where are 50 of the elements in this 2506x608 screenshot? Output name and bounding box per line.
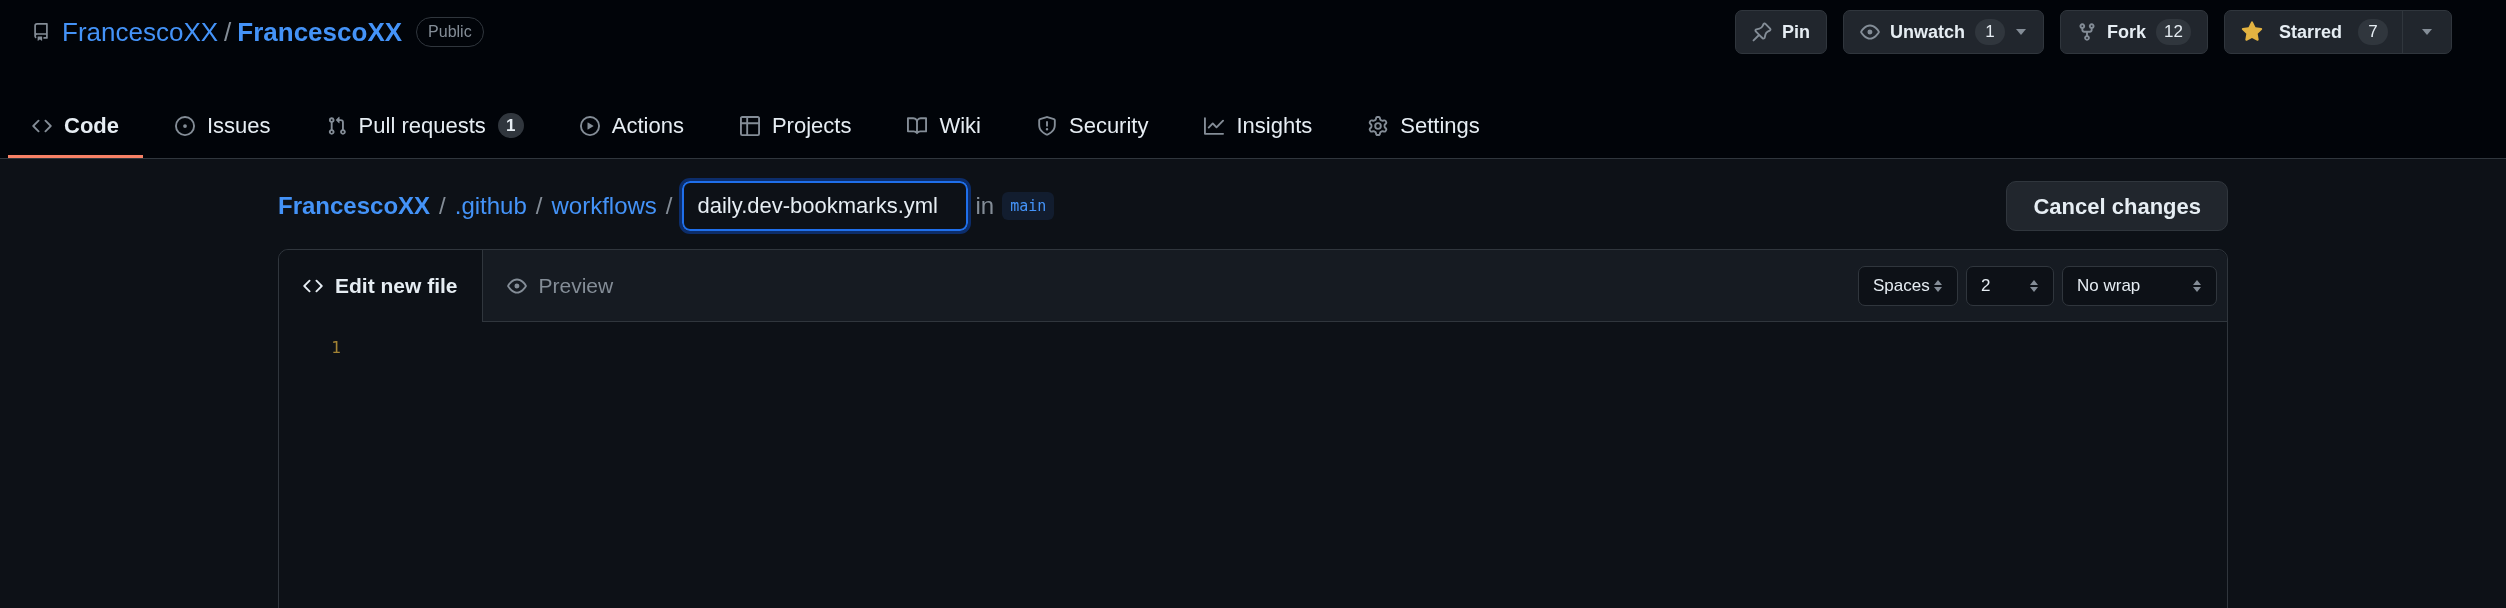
nav-tab[interactable]: Issues bbox=[151, 96, 295, 158]
counter: 7 bbox=[2358, 19, 2388, 45]
counter: 1 bbox=[497, 112, 524, 139]
repo-owner-link[interactable]: FrancescoXX bbox=[62, 12, 219, 52]
repo-name-link[interactable]: FrancescoXX bbox=[237, 12, 403, 52]
book-icon bbox=[907, 115, 928, 136]
in-label: in bbox=[975, 191, 995, 221]
nav-tab[interactable]: Pull requests 1 bbox=[302, 96, 548, 158]
nav-tab[interactable]: Projects bbox=[715, 96, 876, 158]
gear-icon bbox=[1368, 115, 1389, 136]
path-separator: / bbox=[535, 191, 543, 221]
repo-icon bbox=[32, 21, 50, 43]
pin-icon bbox=[1752, 22, 1772, 42]
caret-icon bbox=[2015, 28, 2028, 36]
counter: 1 bbox=[1975, 19, 2006, 45]
breadcrumb-link[interactable]: workflows bbox=[551, 188, 657, 224]
editor-tab[interactable]: Preview bbox=[482, 250, 638, 321]
caret-icon bbox=[2421, 28, 2433, 36]
counter: 12 bbox=[2156, 19, 2191, 45]
nav-tab[interactable]: Settings bbox=[1344, 96, 1504, 158]
graph-icon bbox=[1204, 115, 1225, 136]
nav-tab[interactable]: Wiki bbox=[883, 96, 1005, 158]
cancel-changes-button[interactable]: Cancel changes bbox=[2006, 181, 2228, 231]
line-number: 1 bbox=[330, 337, 341, 359]
updown-caret-icon bbox=[2192, 278, 2202, 293]
path-separator: / bbox=[665, 191, 673, 221]
play-icon bbox=[579, 115, 600, 136]
eye-icon bbox=[1860, 22, 1880, 42]
updown-caret-icon bbox=[1933, 278, 1943, 293]
nav-tab[interactable]: Code bbox=[8, 96, 143, 158]
pin-button[interactable]: Pin bbox=[1736, 11, 1826, 53]
unwatch-button[interactable]: Unwatch 1 bbox=[1844, 11, 2044, 53]
breadcrumb-link[interactable]: FrancescoXX bbox=[278, 188, 431, 224]
filename-field[interactable]: daily.dev-bookmarks.yml bbox=[681, 181, 968, 231]
editor-tab[interactable]: Edit new file bbox=[279, 250, 483, 322]
path-separator: / bbox=[224, 15, 232, 49]
path-separator: / bbox=[439, 191, 446, 221]
updown-caret-icon bbox=[2029, 278, 2039, 293]
breadcrumb-link[interactable]: .github bbox=[454, 188, 527, 224]
pull-request-icon bbox=[326, 115, 347, 136]
fork-button[interactable]: Fork 12 bbox=[2061, 11, 2207, 53]
shield-icon bbox=[1036, 115, 1057, 136]
branch-label: main bbox=[1002, 191, 1055, 221]
select-dropdown[interactable]: Spaces bbox=[1858, 265, 1958, 306]
table-icon bbox=[739, 115, 760, 136]
nav-tab[interactable]: Actions bbox=[555, 96, 708, 158]
select-dropdown[interactable]: 2 bbox=[1966, 265, 2054, 306]
nav-tab[interactable]: Security bbox=[1012, 96, 1173, 158]
nav-tab[interactable]: Insights bbox=[1180, 96, 1337, 158]
select-dropdown[interactable]: No wrap bbox=[2062, 265, 2217, 306]
